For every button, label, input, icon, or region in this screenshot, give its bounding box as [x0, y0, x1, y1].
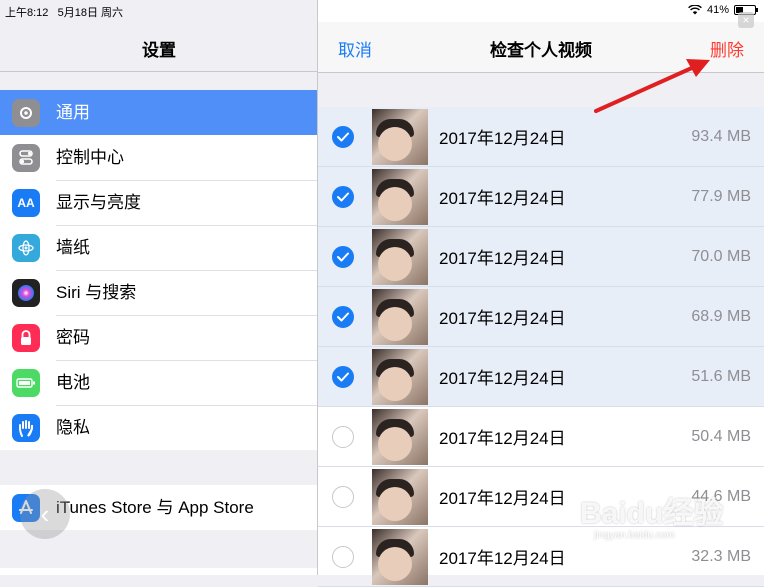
sidebar-item-label: 显示与亮度: [56, 180, 317, 226]
sidebar-item-label: 密码: [56, 315, 317, 361]
checkmark-selected-icon[interactable]: [332, 305, 354, 328]
video-thumbnail: [372, 168, 428, 225]
video-size: 68.9 MB: [691, 307, 751, 325]
checkbox-empty-icon[interactable]: [332, 485, 354, 508]
checkbox-empty-icon[interactable]: [332, 425, 354, 448]
video-size: 44.6 MB: [691, 487, 751, 505]
sidebar-item[interactable]: 墙纸: [0, 225, 317, 271]
settings-title: 设置: [142, 41, 176, 60]
wifi-icon: [688, 5, 702, 15]
video-date: 2017年12月24日: [439, 549, 566, 568]
video-thumbnail: [372, 288, 428, 345]
chevron-left-icon: ‹: [40, 498, 50, 529]
video-size: 93.4 MB: [691, 127, 751, 145]
video-list: 2017年12月24日 93.4 MB 2017年12月24日 77.9 MB 2017…: [318, 107, 764, 587]
settings-sidebar: 上午8:12 5月18日 周六 设置 通用控制中心 AA 显示与亮度 墙纸 Siri 与…: [0, 0, 318, 575]
video-date: 2017年12月24日: [439, 369, 566, 388]
video-size: 50.4 MB: [691, 427, 751, 445]
video-size: 51.6 MB: [691, 367, 751, 385]
settings-group-next: [0, 568, 317, 575]
video-thumbnail: [372, 408, 428, 465]
sidebar-item-label: Siri 与搜索: [56, 270, 317, 316]
wallpaper-flower-icon: [12, 233, 40, 262]
battery-percent: 41%: [706, 4, 729, 16]
sidebar-item-label: 电池: [56, 360, 317, 406]
sidebar-item-label: 控制中心: [56, 135, 317, 181]
annotation-arrow: [594, 59, 710, 113]
battery-icon: [12, 368, 40, 397]
video-date: 2017年12月24日: [439, 129, 566, 148]
video-size: 70.0 MB: [691, 247, 751, 265]
sidebar-item-label: iTunes Store 与 App Store: [56, 498, 254, 517]
status-time-date: 上午8:12 5月18日 周六: [5, 4, 123, 20]
video-row[interactable]: 2017年12月24日 70.0 MB: [318, 227, 764, 287]
sidebar-item[interactable]: 隐私: [0, 405, 317, 450]
video-date: 2017年12月24日: [439, 489, 566, 508]
status-bar-right: 41%: [318, 0, 764, 22]
sidebar-item[interactable]: 控制中心: [0, 135, 317, 181]
sidebar-item-label: 通用: [56, 103, 90, 122]
video-size: 77.9 MB: [691, 187, 751, 205]
video-row[interactable]: 2017年12月24日 77.9 MB: [318, 167, 764, 227]
control-center-icon: [12, 143, 40, 172]
checkmark-selected-icon[interactable]: [332, 185, 354, 208]
video-thumbnail: [372, 228, 428, 285]
close-icon[interactable]: ×: [738, 12, 754, 28]
lock-icon: [12, 323, 40, 352]
video-row[interactable]: 2017年12月24日 68.9 MB: [318, 287, 764, 347]
siri-icon: [12, 278, 40, 307]
sidebar-item-label: 隐私: [56, 418, 90, 437]
video-date: 2017年12月24日: [439, 249, 566, 268]
video-row[interactable]: 2017年12月24日 44.6 MB: [318, 467, 764, 527]
video-date: 2017年12月24日: [439, 309, 566, 328]
video-thumbnail: [372, 348, 428, 405]
video-thumbnail: [372, 108, 428, 165]
hand-icon: [12, 413, 40, 442]
video-thumbnail: [372, 528, 428, 585]
checkmark-selected-icon[interactable]: [332, 365, 354, 388]
checkmark-selected-icon[interactable]: [332, 245, 354, 268]
sidebar-item[interactable]: 电池: [0, 360, 317, 406]
back-button[interactable]: ‹: [20, 489, 70, 539]
video-date: 2017年12月24日: [439, 429, 566, 448]
settings-group-main: 通用控制中心 AA 显示与亮度 墙纸 Siri 与搜索 密码 电池隐私: [0, 90, 317, 450]
status-date: 5月18日 周六: [57, 7, 124, 19]
checkmark-selected-icon[interactable]: [332, 125, 354, 148]
video-row[interactable]: 2017年12月24日 51.6 MB: [318, 347, 764, 407]
sidebar-item[interactable]: 通用: [0, 90, 317, 135]
delete-button[interactable]: 删除: [710, 36, 744, 61]
sidebar-item[interactable]: AA 显示与亮度: [0, 180, 317, 226]
divider: [0, 71, 318, 72]
status-time: 上午8:12: [5, 7, 49, 19]
sidebar-item[interactable]: 密码: [0, 315, 317, 361]
display-brightness-icon: AA: [12, 188, 40, 217]
sidebar-item[interactable]: Siri 与搜索: [0, 270, 317, 316]
video-row[interactable]: 2017年12月24日 50.4 MB: [318, 407, 764, 467]
cancel-button[interactable]: 取消: [338, 36, 372, 61]
video-thumbnail: [372, 468, 428, 525]
video-size: 32.3 MB: [691, 547, 751, 565]
video-row[interactable]: 2017年12月24日 32.3 MB: [318, 527, 764, 587]
sidebar-item-label: 墙纸: [56, 225, 317, 271]
gear-icon: [12, 98, 40, 127]
video-date: 2017年12月24日: [439, 189, 566, 208]
checkbox-empty-icon[interactable]: [332, 545, 354, 568]
